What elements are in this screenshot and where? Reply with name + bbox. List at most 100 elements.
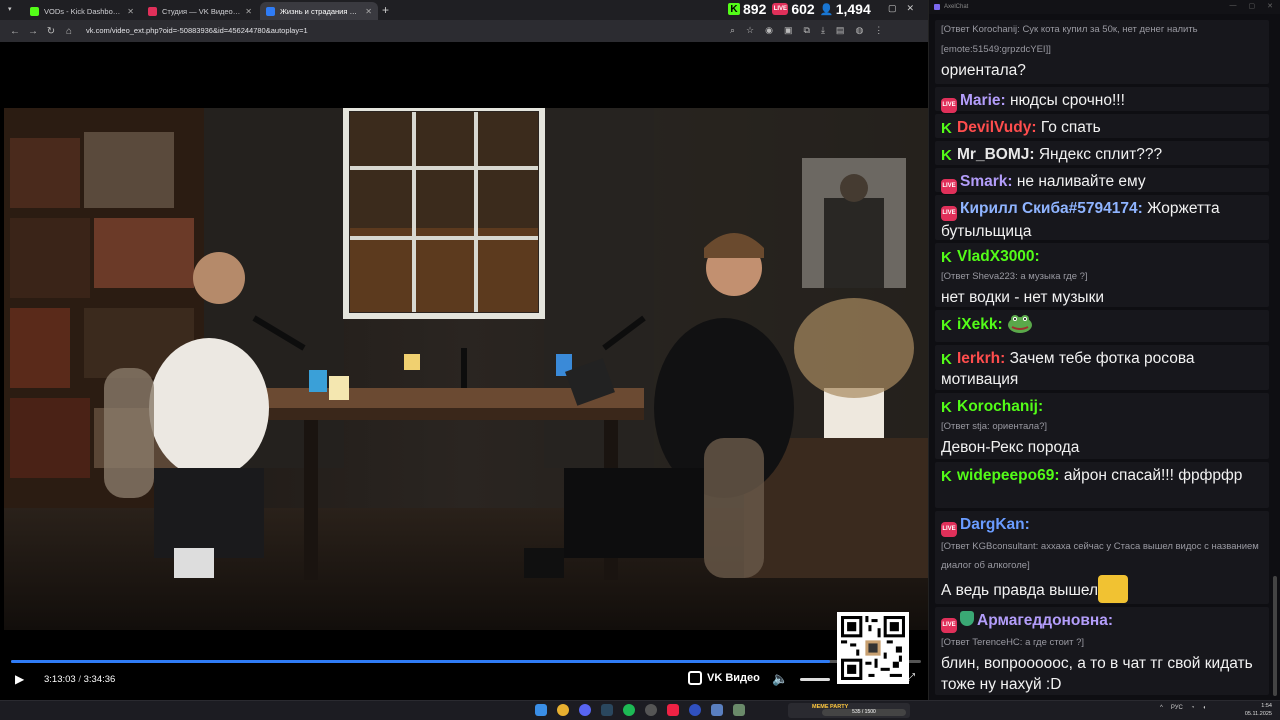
vk-video-brand[interactable]: VK Видео [688, 671, 760, 685]
vk-live-badge-icon: LIVE [941, 618, 957, 633]
app-icon[interactable] [689, 704, 701, 716]
app-icon[interactable] [733, 704, 745, 716]
zoom-icon[interactable]: ⌕ [730, 25, 735, 36]
volume-icon[interactable]: 🔈 [772, 671, 788, 687]
clock[interactable]: 1:54 05.11.2025 [1236, 702, 1272, 718]
chat-message: LIVE DargKan: [Ответ KGBconsultant: аххах… [935, 511, 1269, 604]
username[interactable]: DevilVudy: [957, 119, 1037, 136]
extension-icon[interactable]: ◉ [765, 25, 773, 36]
back-icon[interactable]: ← [6, 26, 24, 37]
sidebar-icon[interactable]: ▤ [836, 25, 845, 36]
qr-code-pattern [841, 616, 905, 680]
chrome-icon[interactable] [557, 704, 569, 716]
tab-vk-studio[interactable]: Студия — VK Видео Live ✕ [142, 2, 258, 20]
url-field[interactable]: vk.com/video_ext.php?oid=-50883936&id=45… [86, 24, 766, 38]
steam-icon[interactable] [601, 704, 613, 716]
play-icon[interactable]: ▶ [15, 672, 29, 686]
chat-message: K VladX3000: [Ответ Sheva223: а музыка гд… [935, 243, 1269, 307]
profile-icon[interactable]: ◍ [855, 25, 863, 36]
meme-party-widget[interactable]: MEME PARTY 535 / 1500 [788, 703, 910, 718]
video-scene-image [4, 108, 928, 630]
reload-icon[interactable]: ↻ [42, 26, 60, 37]
scrollbar-thumb[interactable] [1273, 576, 1277, 696]
kick-badge-icon: K [941, 399, 952, 416]
new-tab-button[interactable]: + [382, 3, 389, 17]
chat-message: LIVE Smark: не наливайте ему [935, 168, 1269, 194]
chat-message: LIVE Marie: нюдсы срочно!!! [935, 87, 1269, 113]
volume-slider[interactable] [800, 678, 830, 681]
forward-icon[interactable]: → [24, 26, 42, 37]
kick-badge-icon: K [941, 351, 952, 368]
restore-icon[interactable]: ▢ [888, 3, 897, 14]
username[interactable]: Кирилл Скиба#5794174: [960, 200, 1143, 217]
minimize-icon[interactable]: — [1230, 2, 1237, 10]
message-text: айрон спасай!!! фрфрфр [1063, 467, 1243, 484]
clock-time: 1:54 [1261, 703, 1272, 709]
username[interactable]: widepeepo69: [957, 467, 1060, 484]
menu-icon[interactable]: ⋮ [874, 25, 883, 36]
maximize-icon[interactable]: ▢ [1249, 2, 1256, 10]
chat-scrollbar[interactable] [1273, 16, 1277, 696]
chat-message: LIVE Кирилл Скиба#5794174: Жоржетта бутыл… [935, 195, 1269, 240]
username[interactable]: Ierkrh: [957, 350, 1005, 367]
download-icon[interactable]: ⤓ [821, 25, 825, 36]
chat-message: LIVE Армагеддоновна: [Ответ TerenceHC: а … [935, 607, 1269, 695]
close-icon[interactable]: ✕ [245, 7, 252, 16]
message-text: блин, вопрооооос, а то в чат тг свой кид… [941, 655, 1253, 693]
app-icon[interactable] [711, 704, 723, 716]
kick-viewer-count: 892 [743, 1, 767, 17]
tab-list-icon[interactable]: ▾ [8, 5, 18, 15]
video-progress-bar[interactable] [11, 660, 921, 663]
address-bar: ← → ↻ ⌂ vk.com/video_ext.php?oid=-508839… [0, 20, 928, 42]
message-text: нет водки - нет музыки [941, 289, 1105, 306]
video-frame[interactable] [4, 108, 928, 630]
username[interactable]: iXekk: [957, 316, 1003, 333]
time-separator: / [78, 674, 81, 685]
speaker-icon[interactable]: ◖ [1202, 705, 1206, 711]
chat-message: K Korochanij: [Ответ stja: ориентала?] Де… [935, 393, 1269, 459]
chat-message: K Ierkrh: Зачем тебе фотка росова мотивац… [935, 345, 1269, 390]
reply-quote: [Ответ Korochanij: Сук кота купил за 50к… [941, 24, 1198, 35]
tab-video[interactable]: Жизнь и страдания Романа А ✕ [260, 2, 378, 20]
username[interactable]: Korochanij: [957, 398, 1043, 415]
player-controls: ▶ 3:13:03 / 3:34:36 VK Видео 🔈 [0, 668, 928, 692]
chat-message: Kwidepeepo69: айрон спасай!!! фрфрфр [935, 462, 1269, 508]
viewer-counter: K 892 LIVE 602 👤 1,494 [728, 0, 871, 18]
widget-progress: 535 / 1500 [822, 709, 906, 716]
windows-start-icon[interactable] [535, 704, 547, 716]
kick-favicon-icon [30, 6, 39, 16]
tab-kick-dashboard[interactable]: VODs - Kick Dashboard ✕ [24, 2, 140, 20]
person-icon: 👤 [819, 3, 834, 16]
extension-icon[interactable]: ▣ [784, 25, 793, 36]
message-text: ориентала? [941, 62, 1026, 79]
vk-live-badge-icon: LIVE [941, 98, 957, 113]
username[interactable]: VladX3000: [957, 248, 1040, 265]
puzzle-icon[interactable]: ⧉ [804, 25, 810, 36]
language-indicator[interactable]: РУС [1171, 705, 1183, 711]
chat-panel: AxelChat — ▢ ✕ [Ответ Korochanij: Сук ко… [928, 0, 1280, 700]
discord-icon[interactable] [579, 704, 591, 716]
close-icon[interactable]: ✕ [365, 7, 372, 16]
reply-quote: [Ответ TerenceHC: а где стоит ?] [941, 637, 1085, 648]
username[interactable]: Армагеддоновна: [977, 612, 1113, 629]
home-icon[interactable]: ⌂ [60, 26, 78, 37]
chat-message: KiXekk: [935, 310, 1269, 342]
username[interactable]: Mr_BOMJ: [957, 146, 1035, 163]
app-icon[interactable] [667, 704, 679, 716]
close-window-icon[interactable]: ✕ [907, 3, 915, 14]
chevron-up-icon[interactable]: ^ [1160, 705, 1163, 711]
username[interactable]: DargKan: [960, 516, 1030, 533]
obs-icon[interactable] [645, 704, 657, 716]
tab-label: Жизнь и страдания Романа А [280, 6, 360, 16]
username[interactable]: Marie: [960, 92, 1006, 109]
browser-window: ▾ VODs - Kick Dashboard ✕ Студия — VK Ви… [0, 0, 928, 700]
close-icon[interactable]: ✕ [1267, 2, 1273, 10]
fullscreen-icon[interactable]: ⤢ [907, 672, 915, 683]
close-icon[interactable]: ✕ [127, 7, 134, 16]
network-icon[interactable]: ◔ [1191, 705, 1195, 711]
username[interactable]: Smark: [960, 173, 1013, 190]
brand-label: VK Видео [707, 672, 760, 684]
message-text: нюдсы срочно!!! [1009, 92, 1125, 109]
bookmark-star-icon[interactable]: ☆ [746, 25, 754, 36]
spotify-icon[interactable] [623, 704, 635, 716]
